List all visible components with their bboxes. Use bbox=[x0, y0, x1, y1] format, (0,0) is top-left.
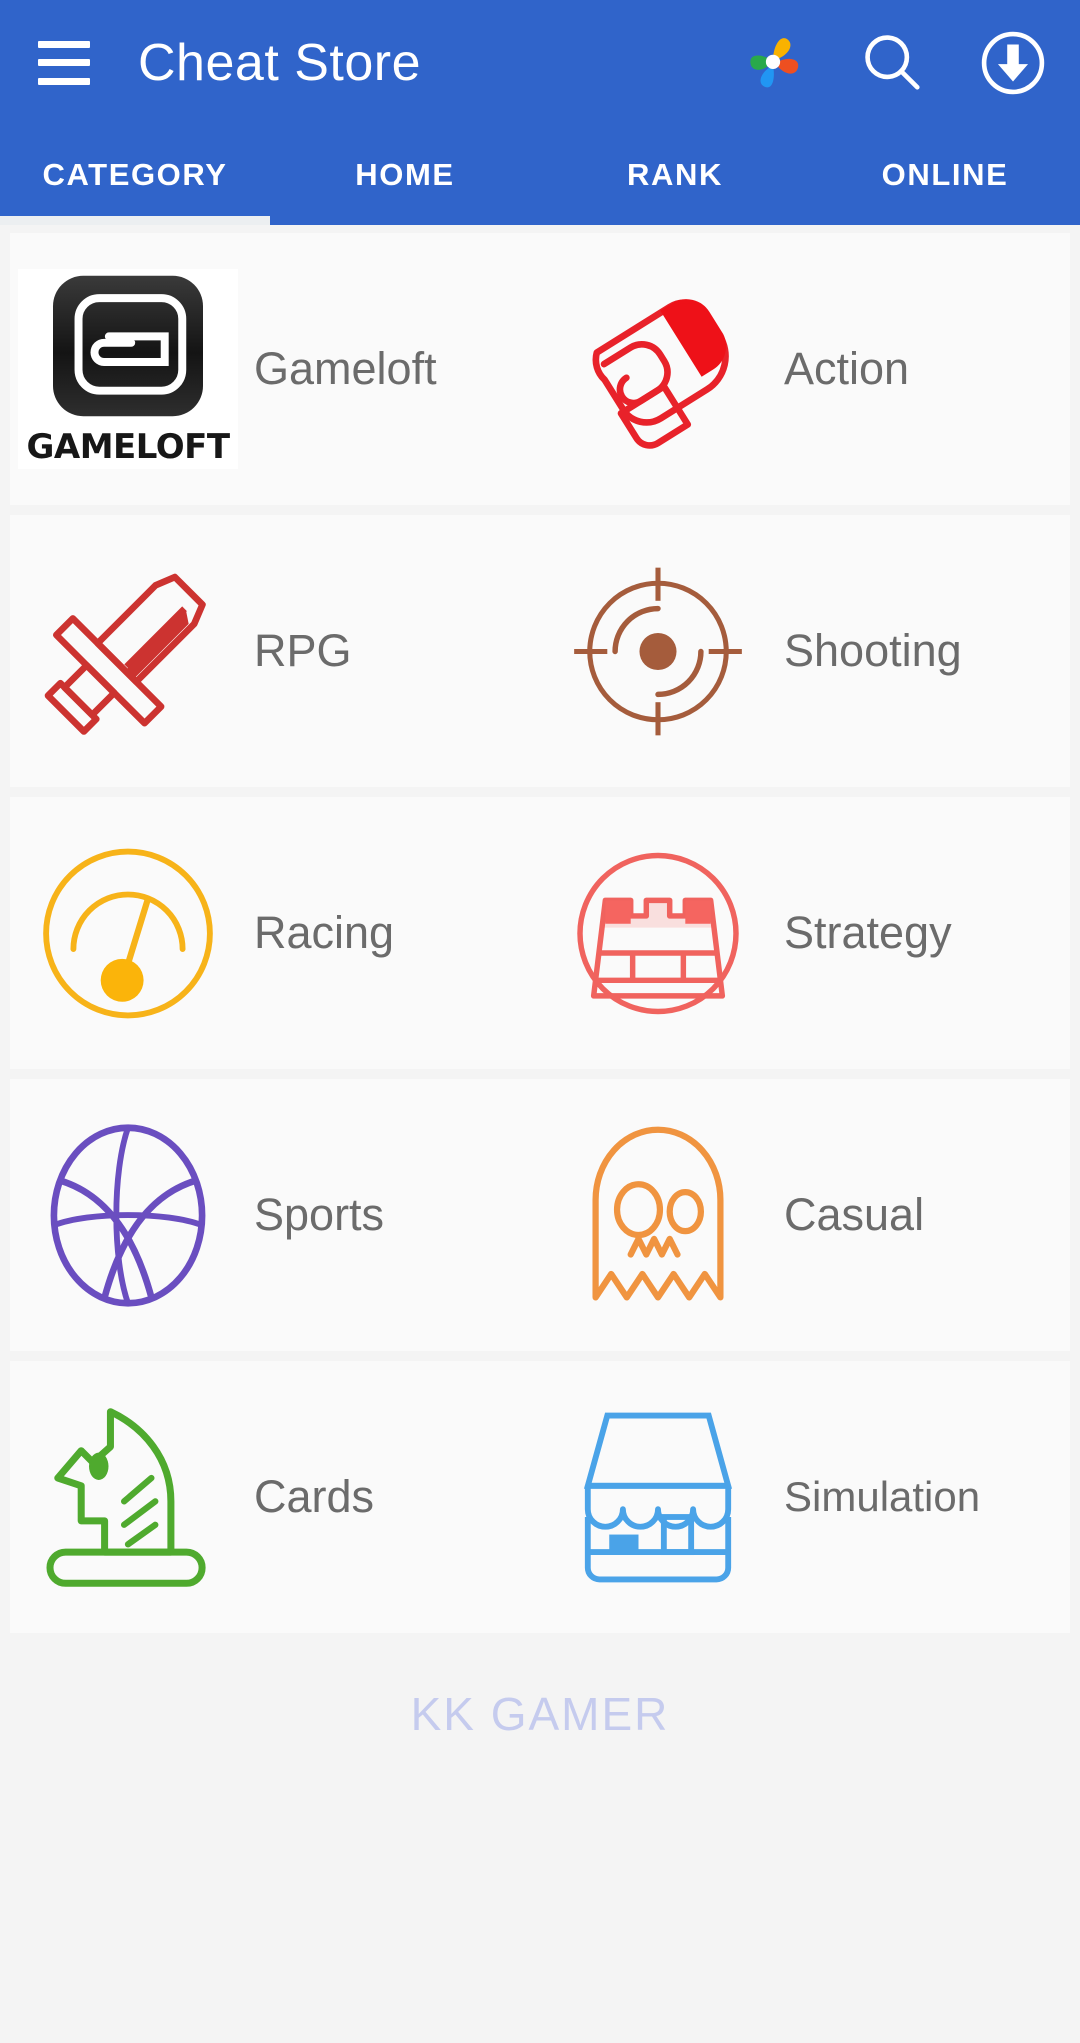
storefront-icon bbox=[548, 1387, 768, 1607]
category-label: Cards bbox=[254, 1471, 375, 1522]
category-label: Sports bbox=[254, 1189, 385, 1240]
app-title: Cheat Store bbox=[138, 33, 421, 92]
tab-online[interactable]: ONLINE bbox=[810, 125, 1080, 225]
hamburger-menu-icon[interactable] bbox=[38, 40, 90, 85]
category-item-sports[interactable]: Sports bbox=[10, 1079, 540, 1351]
speedometer-icon bbox=[18, 823, 238, 1043]
gameloft-logo-icon: GAMELOFT bbox=[18, 259, 238, 479]
ghost-icon bbox=[548, 1105, 768, 1325]
tab-active-indicator bbox=[0, 216, 270, 225]
app-bar-actions bbox=[734, 24, 1052, 102]
chess-knight-icon bbox=[18, 1387, 238, 1607]
download-circle-icon[interactable] bbox=[974, 24, 1052, 102]
tab-rank[interactable]: RANK bbox=[540, 125, 810, 225]
hamburger-bar bbox=[38, 59, 90, 66]
category-label: Shooting bbox=[784, 625, 962, 676]
gameloft-wordmark: GAMELOFT bbox=[26, 427, 230, 467]
crosshair-target-icon bbox=[548, 541, 768, 761]
sword-icon bbox=[18, 541, 238, 761]
category-item-shooting[interactable]: Shooting bbox=[540, 515, 1070, 787]
gameloft-tile: GAMELOFT bbox=[18, 269, 238, 469]
category-list: GAMELOFT Gameloft Action RPG Shooting Ra… bbox=[0, 225, 1080, 2043]
category-item-action[interactable]: Action bbox=[540, 233, 1070, 505]
search-icon[interactable] bbox=[854, 24, 932, 102]
castle-tower-icon bbox=[548, 823, 768, 1043]
hamburger-bar bbox=[38, 77, 90, 85]
category-label: Simulation bbox=[784, 1473, 981, 1520]
tab-bar: CATEGORY HOME RANK ONLINE bbox=[0, 125, 1080, 225]
app-bar: Cheat Store bbox=[0, 0, 1080, 125]
pinwheel-photos-icon[interactable] bbox=[734, 24, 812, 102]
category-item-rpg[interactable]: RPG bbox=[10, 515, 540, 787]
category-item-cards[interactable]: Cards bbox=[10, 1361, 540, 1633]
table-row: RPG Shooting bbox=[10, 515, 1070, 787]
tab-category[interactable]: CATEGORY bbox=[0, 125, 270, 225]
category-label: Strategy bbox=[784, 907, 952, 958]
tab-home[interactable]: HOME bbox=[270, 125, 540, 225]
table-row: Cards Simulation bbox=[10, 1361, 1070, 1633]
category-item-strategy[interactable]: Strategy bbox=[540, 797, 1070, 1069]
category-label: Racing bbox=[254, 907, 395, 958]
category-label: Casual bbox=[784, 1189, 925, 1240]
table-row: GAMELOFT Gameloft Action bbox=[10, 233, 1070, 505]
basketball-icon bbox=[18, 1105, 238, 1325]
category-label: RPG bbox=[254, 625, 352, 676]
category-item-simulation[interactable]: Simulation bbox=[540, 1361, 1070, 1633]
category-item-casual[interactable]: Casual bbox=[540, 1079, 1070, 1351]
tab-list: CATEGORY HOME RANK ONLINE bbox=[0, 125, 1080, 225]
category-item-racing[interactable]: Racing bbox=[10, 797, 540, 1069]
hamburger-bar bbox=[38, 40, 90, 48]
boxing-glove-icon bbox=[548, 259, 768, 479]
table-row: Racing Strategy bbox=[10, 797, 1070, 1069]
category-label: Gameloft bbox=[254, 343, 437, 394]
table-row: Sports Casual bbox=[10, 1079, 1070, 1351]
category-label: Action bbox=[784, 343, 910, 394]
watermark-text: KK GAMER bbox=[410, 1688, 670, 1740]
category-item-gameloft[interactable]: GAMELOFT Gameloft bbox=[10, 233, 540, 505]
